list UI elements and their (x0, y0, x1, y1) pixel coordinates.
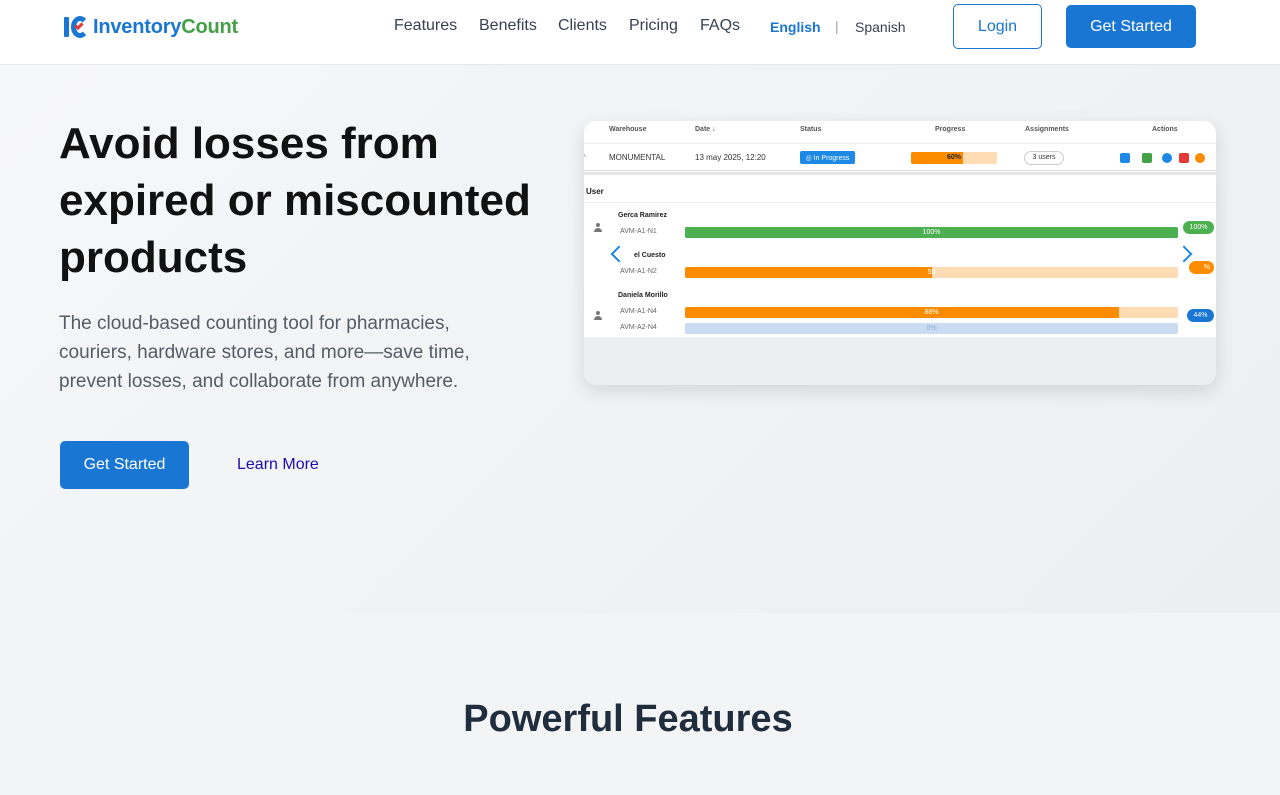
col-warehouse: Warehouse (609, 126, 647, 133)
progress-badge: 100% (1183, 221, 1214, 234)
features-title: Powerful Features (463, 698, 793, 740)
carousel-slide: Warehouse Date ↓ Status Progress Assignm… (584, 121, 1216, 337)
hero-subtitle: The cloud-based counting tool for pharma… (59, 313, 470, 392)
row-date: 13 may 2025, 12:20 (695, 153, 766, 162)
nav-benefits[interactable]: Benefits (479, 17, 537, 37)
nav-faqs[interactable]: FAQs (700, 17, 740, 37)
user-code: AVM-A1-N2 (620, 268, 657, 275)
person-icon (593, 223, 603, 233)
logo[interactable]: InventoryCount (62, 14, 238, 40)
col-date: Date ↓ (695, 126, 716, 133)
screenshot-carousel: Warehouse Date ↓ Status Progress Assignm… (584, 121, 1216, 385)
user-progress-bar: 0% (685, 323, 1178, 334)
clipboard-icon (1120, 153, 1130, 163)
header-get-started-button[interactable]: Get Started (1066, 5, 1196, 48)
language-separator: | (835, 18, 839, 34)
progress-badge: 44% (1187, 309, 1214, 322)
hero-title: Avoid losses from expired or miscounted … (59, 119, 531, 282)
person-icon (593, 311, 603, 321)
row-warehouse: MONUMENTAL (609, 153, 666, 162)
language-spanish[interactable]: Spanish (855, 19, 906, 35)
user-name: Daniela Morillo (618, 292, 668, 299)
hero-get-started-button[interactable]: Get Started (60, 441, 189, 489)
status-badge: ◎ In Progress (800, 151, 855, 164)
progress-badge: % (1189, 261, 1214, 274)
row-caret: ^ (584, 153, 586, 162)
features-section: Powerful Features (0, 613, 1280, 795)
logo-icon (62, 14, 90, 40)
nav-clients[interactable]: Clients (558, 17, 607, 37)
user-progress-bar: 50 (685, 267, 1178, 278)
user-progress-bar: 88% (685, 307, 1178, 318)
user-progress-bar: 100% (685, 227, 1178, 238)
assignments-pill: 3 users (1024, 151, 1064, 165)
learn-more-link[interactable]: Learn More (237, 456, 319, 474)
row-progress-bar: 60% (911, 152, 997, 164)
logo-text: InventoryCount (93, 15, 238, 38)
col-status: Status (800, 126, 822, 133)
user-name: el Cuesto (634, 252, 666, 259)
nav-features[interactable]: Features (394, 17, 457, 37)
col-actions: Actions (1152, 126, 1178, 133)
language-english[interactable]: English (770, 19, 821, 35)
carousel-prev-icon[interactable] (610, 245, 628, 263)
col-assignments: Assignments (1025, 126, 1069, 133)
delete-icon (1179, 153, 1189, 163)
site-header: InventoryCount Features Benefits Clients… (0, 0, 1280, 65)
nav-pricing[interactable]: Pricing (629, 17, 678, 37)
table-row: ^ MONUMENTAL 13 may 2025, 12:20 ◎ In Pro… (584, 143, 1216, 171)
user-name: Gerca Ramirez (618, 212, 668, 219)
check-circle-icon (1162, 153, 1172, 163)
col-progress: Progress (935, 126, 966, 133)
user-code: AVM-A1-N4 (620, 308, 657, 315)
user-column-header: User (586, 187, 604, 196)
login-button[interactable]: Login (953, 4, 1042, 49)
export-icon (1142, 153, 1152, 163)
user-code: AVM-A1-N1 (620, 228, 657, 235)
user-code: AVM-A2-N4 (620, 324, 657, 331)
carousel-next-icon[interactable] (1175, 245, 1193, 263)
settings-icon (1195, 153, 1205, 163)
